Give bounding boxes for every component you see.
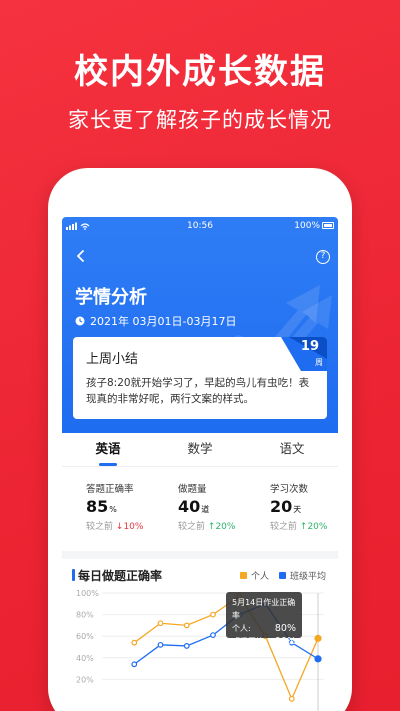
stat-value: 40道 (178, 497, 210, 516)
back-arrow-icon[interactable] (74, 249, 88, 263)
legend-swatch (278, 572, 286, 579)
tooltip-class: 班级平均: 90% (232, 636, 296, 647)
stat-label: 做题量 (178, 484, 207, 495)
tooltip-personal: 个人: 80% (232, 623, 296, 634)
stat-label: 答题正确率 (86, 484, 134, 495)
date-range: 2021年 03月01日-03月17日 (75, 313, 236, 329)
promo-subline: 家长更了解孩子的成长情况 (68, 108, 332, 132)
summary-text: 孩子8:20就开始学习了，早起的鸟儿有虫吃！表现真的非常好呢，两行文案的样式。 (86, 377, 310, 405)
y-tick-label: 60% (76, 632, 94, 641)
data-point (183, 622, 190, 629)
data-point (183, 643, 190, 649)
chart-tooltip: 5月14日作业正确率 个人: 80% 班级平均: 90% (226, 592, 302, 647)
chart-legend: 个人 班级平均 (230, 569, 326, 582)
data-point (314, 634, 322, 642)
legend-personal: 个人 (239, 569, 269, 582)
tab-english[interactable]: 英语 (62, 433, 154, 466)
data-point (131, 661, 138, 668)
data-point (210, 632, 216, 639)
y-tick-label: 20% (76, 675, 94, 684)
data-point (131, 639, 138, 646)
y-tick-label: 80% (76, 611, 94, 620)
data-point (314, 655, 322, 663)
status-battery: 100% (294, 221, 320, 231)
stats-row: 答题正确率 85% 较之前 ↓10% 做题量 40道 较之前 ↑20% 学习次数… (62, 475, 338, 535)
week-number: 19 (300, 339, 319, 354)
stat-compare: 较之前 ↑20% (270, 522, 328, 532)
promo-headline: 校内外成长数据 (74, 52, 326, 92)
accuracy-chart: 每日做题正确率 个人 班级平均 100% 80% 60% 40% 20% 5月14日作业… (62, 551, 338, 711)
stat-accuracy: 答题正确率 85% 较之前 ↓10% (62, 475, 154, 535)
app-screen: 10:56 100% ? 学情分析 2021年 03月01日-03月17日 上周… (62, 217, 338, 711)
week-badge: 19 周 (281, 337, 327, 371)
data-point (157, 620, 164, 627)
stat-compare: 较之前 ↑20% (178, 522, 236, 532)
data-point (157, 641, 164, 648)
stat-compare: 较之前 ↓10% (86, 522, 144, 532)
help-icon[interactable]: ? (316, 250, 330, 264)
legend-class-average: 班级平均 (278, 569, 326, 582)
page-title: 学情分析 (75, 287, 147, 308)
stat-study-days: 学习次数 20天 较之前 ↑20% (246, 475, 338, 535)
tab-math[interactable]: 数学 (154, 433, 246, 466)
summary-title: 上周小结 (86, 352, 139, 367)
status-bar: 10:56 100% (62, 217, 338, 235)
stat-value: 85% (86, 497, 117, 516)
legend-swatch (239, 572, 247, 579)
summary-card: 上周小结 孩子8:20就开始学习了，早起的鸟儿有虫吃！表现真的非常好呢，两行文案… (73, 337, 327, 419)
subject-tabs: 英语 数学 语文 (62, 433, 338, 467)
battery-icon (322, 222, 334, 229)
data-point (288, 695, 295, 702)
chart-title: 每日做题正确率 (78, 569, 163, 583)
date-range-text: 2021年 03月01日-03月17日 (90, 315, 237, 328)
clock-icon (75, 316, 85, 326)
header: 10:56 100% ? 学情分析 2021年 03月01日-03月17日 上周… (62, 217, 338, 433)
tooltip-title: 5月14日作业正确率 (232, 598, 296, 620)
stat-value: 20天 (270, 497, 302, 516)
stat-label: 学习次数 (270, 484, 309, 495)
y-tick-label: 100% (76, 589, 99, 598)
data-point (210, 611, 216, 618)
week-unit: 周 (315, 358, 323, 367)
y-tick-label: 40% (76, 654, 94, 663)
section-marker (72, 569, 75, 581)
stat-question-count: 做题量 40道 较之前 ↑20% (154, 475, 246, 535)
tab-chinese[interactable]: 语文 (246, 433, 338, 466)
